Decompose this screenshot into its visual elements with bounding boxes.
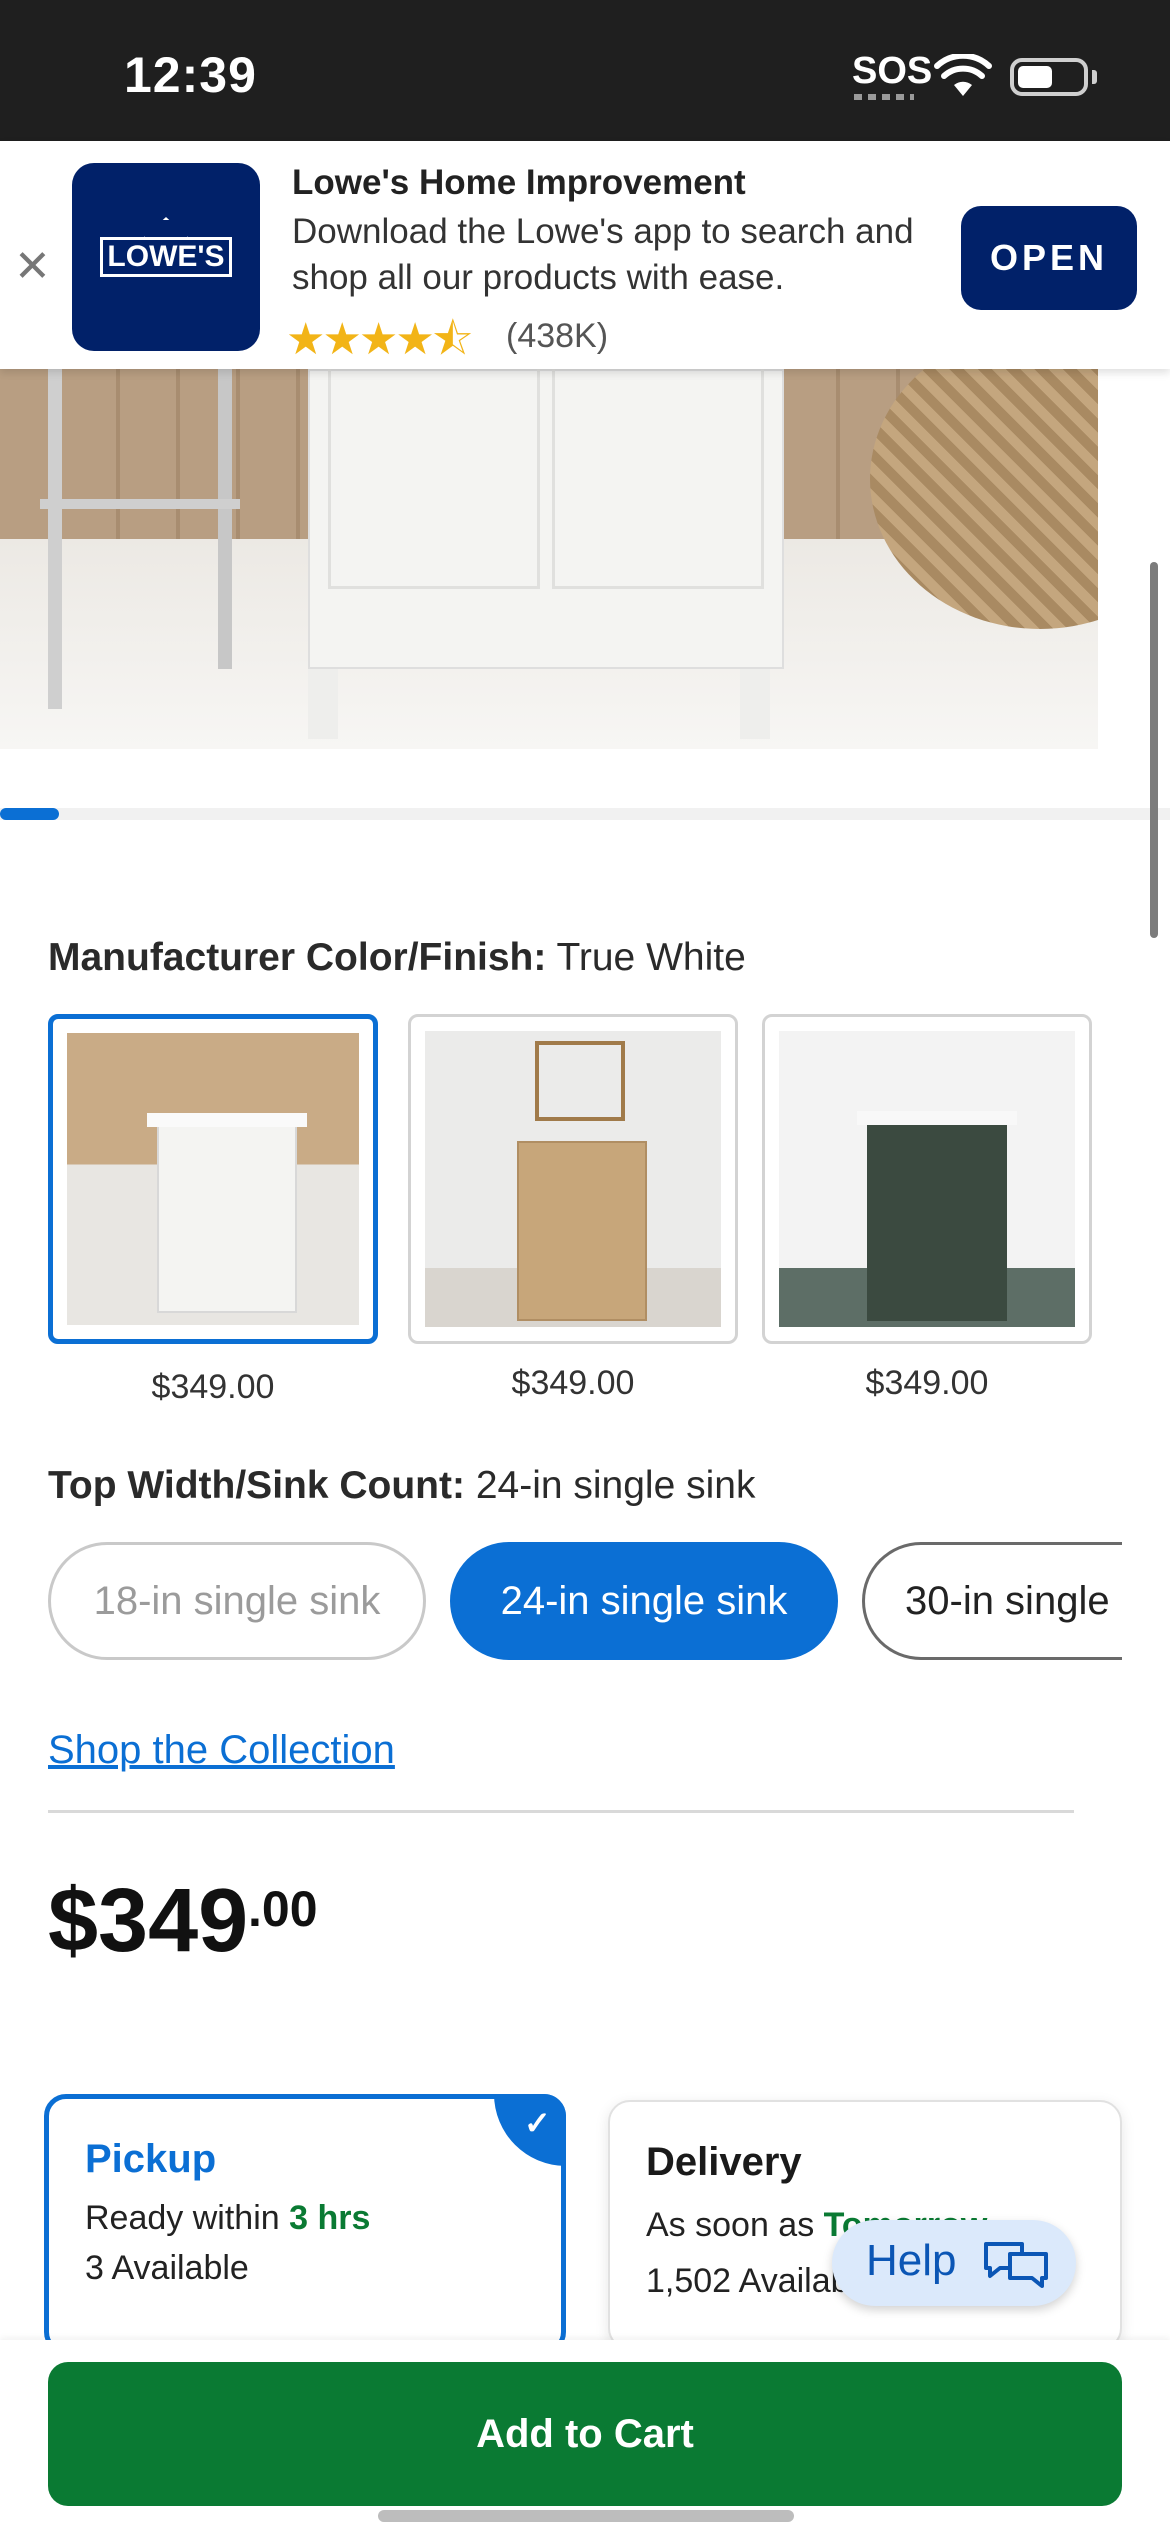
size-option-label: Top Width/Sink Count: 24-in single sink <box>48 1464 755 1508</box>
open-app-button[interactable]: OPEN <box>961 206 1137 310</box>
checkmark-icon: ✓ <box>494 2094 566 2166</box>
swatch-price: $349.00 <box>511 1364 635 1402</box>
size-option-value: 24-in single sink <box>475 1464 756 1507</box>
signal-dots-icon <box>854 94 914 100</box>
swatch-true-white[interactable] <box>48 1014 378 1344</box>
pickup-option-card[interactable]: ✓ Pickup Ready within 3 hrs 3 Available <box>44 2094 566 2354</box>
close-icon[interactable]: ✕ <box>14 241 51 292</box>
help-label: Help <box>866 2236 957 2285</box>
logo-text: LOWE'S <box>100 237 232 277</box>
rating-count: (438K) <box>506 317 609 355</box>
swatch-image <box>779 1031 1075 1327</box>
status-bar: 12:39 SOS <box>0 0 1170 141</box>
chat-bubbles-icon <box>984 2242 1048 2288</box>
size-pill-24in[interactable]: 24-in single sink <box>450 1542 838 1660</box>
size-pill-30in[interactable]: 30-in single <box>862 1542 1122 1660</box>
gallery-progress-indicator <box>0 808 59 820</box>
pickup-available: 3 Available <box>85 2249 249 2287</box>
swatch-top <box>857 1111 1017 1125</box>
wifi-icon <box>934 54 992 96</box>
stool-leg <box>48 369 62 709</box>
pickup-title: Pickup <box>85 2137 217 2181</box>
shop-collection-link[interactable]: Shop the Collection <box>48 1728 395 1773</box>
add-to-cart-button[interactable]: Add to Cart <box>48 2362 1122 2506</box>
gallery-progress-track <box>0 808 1170 820</box>
battery-cap <box>1092 70 1097 84</box>
price-dollars: $349 <box>48 1871 249 1971</box>
size-pill-18in[interactable]: 18-in single sink <box>48 1542 426 1660</box>
swatch-image <box>425 1031 721 1327</box>
app-banner: ✕ LOWE'S Lowe's Home Improvement Downloa… <box>0 141 1170 369</box>
swatch-vanity <box>157 1123 297 1313</box>
lowes-logo: LOWE'S <box>72 163 260 351</box>
delivery-soon-prefix: As soon as <box>646 2206 824 2244</box>
help-button[interactable]: Help <box>832 2220 1076 2306</box>
banner-title: Lowe's Home Improvement <box>292 163 746 202</box>
color-option-title: Manufacturer Color/Finish: <box>48 936 547 979</box>
color-option-label: Manufacturer Color/Finish: True White <box>48 936 746 980</box>
product-image[interactable] <box>0 369 1098 749</box>
logo-roof-icon <box>142 217 190 239</box>
size-option-title: Top Width/Sink Count: <box>48 1464 465 1507</box>
bottom-action-bar: Add to Cart <box>0 2340 1170 2532</box>
banner-description: Download the Lowe's app to search and sh… <box>292 212 914 297</box>
swatch-oak[interactable] <box>408 1014 738 1344</box>
delivery-title: Delivery <box>646 2140 802 2184</box>
stool-bar <box>40 499 240 509</box>
swatch-green[interactable] <box>762 1014 1092 1344</box>
swatch-vanity <box>867 1121 1007 1321</box>
vanity-foot <box>308 669 338 739</box>
vanity-door <box>328 369 540 589</box>
swatch-image <box>67 1033 359 1325</box>
price-cents: .00 <box>248 1881 318 1937</box>
swatch-top <box>147 1113 307 1127</box>
swatch-price: $349.00 <box>865 1364 989 1402</box>
page-scrollbar[interactable] <box>1150 562 1158 938</box>
home-indicator <box>378 2510 794 2522</box>
vanity-door <box>552 369 764 589</box>
section-divider <box>48 1810 1074 1813</box>
stool-leg <box>218 369 232 669</box>
battery-icon <box>1010 58 1088 96</box>
pickup-ready-prefix: Ready within <box>85 2199 290 2237</box>
swatch-mirror <box>535 1041 625 1121</box>
swatch-price: $349.00 <box>151 1368 275 1406</box>
status-time: 12:39 <box>124 47 257 103</box>
vanity-foot <box>740 669 770 739</box>
sos-indicator: SOS <box>852 50 933 92</box>
swatch-vanity <box>517 1141 647 1321</box>
color-option-value: True White <box>556 936 746 979</box>
pickup-ready: Ready within 3 hrs <box>85 2199 370 2238</box>
pickup-ready-time: 3 hrs <box>289 2199 371 2237</box>
star-rating-icon: ★★★★⯪ <box>286 315 473 364</box>
